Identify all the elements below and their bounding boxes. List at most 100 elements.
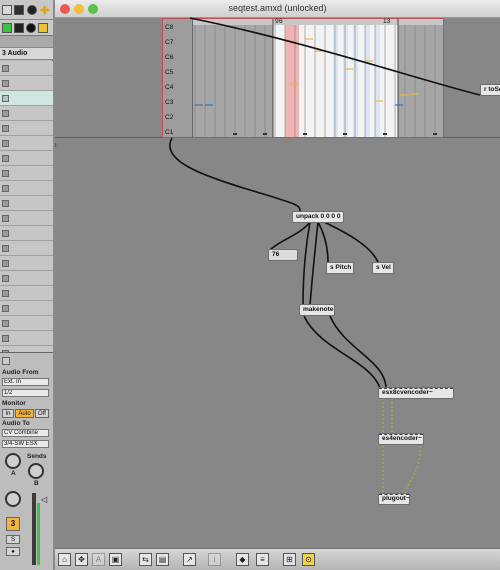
- clip-slot[interactable]: [0, 256, 53, 271]
- level-meter: [32, 493, 36, 565]
- clip-slot[interactable]: [0, 61, 53, 76]
- monitor-off-button[interactable]: Off: [35, 409, 49, 418]
- monitor-in-button[interactable]: In: [2, 409, 14, 418]
- clip-stop-icon[interactable]: [2, 245, 9, 252]
- note-label: C7: [165, 39, 174, 46]
- clip-slot[interactable]: [0, 226, 53, 241]
- clip-slot[interactable]: [0, 316, 53, 331]
- step-marker: [433, 133, 437, 135]
- io-toggle-icon[interactable]: [2, 357, 10, 365]
- clip-stop-icon[interactable]: [2, 305, 9, 312]
- transport-stop-button[interactable]: [14, 5, 24, 15]
- clip-slot[interactable]: [0, 241, 53, 256]
- align-icon[interactable]: ◆: [236, 553, 249, 566]
- note-axis: C8 C7 C6 C5 C4 C3 C2 C1: [163, 19, 193, 137]
- step-marker: [233, 133, 237, 135]
- io-section: Audio From Ext. In 1/2 Monitor In Auto O…: [0, 352, 53, 570]
- note-label: C6: [165, 54, 174, 61]
- clip-stop-icon[interactable]: [2, 125, 9, 132]
- clip-slot[interactable]: [0, 151, 53, 166]
- list-icon[interactable]: ≡: [256, 553, 269, 566]
- ruler-label-mid: 6: [279, 18, 283, 25]
- clip-stop-icon[interactable]: [2, 200, 9, 207]
- clip-stop-icon[interactable]: [2, 275, 9, 282]
- pan-knob[interactable]: [5, 491, 21, 507]
- clip-slot[interactable]: [0, 301, 53, 316]
- record-button[interactable]: [27, 5, 37, 15]
- zoom-icon[interactable]: ⊙: [302, 553, 315, 566]
- note-label: C2: [165, 114, 174, 121]
- send-b-knob[interactable]: [28, 463, 44, 479]
- presentation-icon[interactable]: ▣: [109, 553, 122, 566]
- clip-stop-icon[interactable]: [2, 215, 9, 222]
- number-box[interactable]: 76: [268, 249, 298, 261]
- track-name[interactable]: 3 Audio: [0, 48, 53, 60]
- note-label: C1: [165, 129, 174, 136]
- clip-stop-icon[interactable]: [2, 290, 9, 297]
- send-vel-object[interactable]: s Vel: [372, 262, 394, 274]
- record-dot-icon[interactable]: [26, 23, 36, 33]
- clip-slot[interactable]: [0, 76, 53, 91]
- clip-stop-icon[interactable]: [2, 65, 9, 72]
- clip-stop-icon[interactable]: [2, 320, 9, 327]
- sequencer-grid[interactable]: 9 6 13: [193, 18, 443, 137]
- audio-to-select[interactable]: CV Combine: [2, 429, 49, 437]
- text-icon[interactable]: A: [92, 553, 105, 566]
- add-icon[interactable]: ✚: [40, 4, 49, 17]
- clip-stop-icon[interactable]: [2, 335, 9, 342]
- patchcord-icon[interactable]: ⇆: [139, 553, 152, 566]
- sequencer-grid-svg: [193, 19, 443, 137]
- clip-slot[interactable]: [0, 286, 53, 301]
- receive-toseq-object[interactable]: r toSe: [480, 84, 500, 96]
- es4encoder-object[interactable]: es4encoder~: [378, 433, 424, 445]
- clip-slot[interactable]: [0, 166, 53, 181]
- sequencer-object[interactable]: C8 C7 C6 C5 C4 C3 C2 C1 9 6 13: [162, 18, 444, 138]
- transport-loop-button[interactable]: [2, 5, 12, 15]
- info-icon[interactable]: ↗: [183, 553, 196, 566]
- clip-stop-icon[interactable]: [2, 230, 9, 237]
- send-pitch-object[interactable]: s Pitch: [326, 262, 354, 274]
- clip-slot[interactable]: [0, 106, 53, 121]
- clip-slot[interactable]: [0, 331, 53, 346]
- audio-to-channel-select[interactable]: 3/4-SW ESX: [2, 440, 49, 448]
- makenote-object[interactable]: makenote: [299, 304, 335, 316]
- monitor-auto-button[interactable]: Auto: [15, 409, 34, 418]
- clip-stop-icon[interactable]: [2, 155, 9, 162]
- new-object-icon[interactable]: ▤: [156, 553, 169, 566]
- clip-slot[interactable]: [0, 211, 53, 226]
- audio-to-label: Audio To: [2, 420, 30, 427]
- clip-stop-icon[interactable]: [2, 140, 9, 147]
- stop-button[interactable]: [14, 23, 24, 33]
- clip-slot[interactable]: [0, 91, 53, 106]
- add-button[interactable]: [38, 23, 48, 33]
- hierarchy-icon[interactable]: ⊞: [283, 553, 296, 566]
- grid-icon[interactable]: ✥: [75, 553, 88, 566]
- unpack-object[interactable]: unpack 0 0 0 0: [292, 211, 344, 223]
- play-button[interactable]: [2, 23, 12, 33]
- arm-button[interactable]: ●: [6, 547, 20, 556]
- clip-stop-icon[interactable]: [2, 95, 9, 102]
- clip-slot[interactable]: [0, 196, 53, 211]
- clip-stop-icon[interactable]: [2, 260, 9, 267]
- esx8cvencoder-object[interactable]: esx8cvencoder~: [378, 387, 454, 399]
- clip-slot[interactable]: [0, 271, 53, 286]
- audio-from-select[interactable]: Ext. In: [2, 378, 49, 386]
- transport-bar: ✚: [0, 0, 53, 20]
- clip-stop-icon[interactable]: [2, 80, 9, 87]
- lock-icon[interactable]: ⌂: [58, 553, 71, 566]
- clip-slot[interactable]: [0, 181, 53, 196]
- inspector-icon[interactable]: i: [208, 553, 221, 566]
- input-channel-select[interactable]: 1/2: [2, 389, 49, 397]
- highlight-column: [375, 25, 380, 137]
- clip-stop-icon[interactable]: [2, 110, 9, 117]
- send-a-knob[interactable]: [5, 453, 21, 469]
- plugout-object[interactable]: plugout~: [378, 493, 410, 505]
- solo-button[interactable]: S: [6, 535, 20, 544]
- clip-slot[interactable]: [0, 121, 53, 136]
- volume-slider-icon[interactable]: ◁: [41, 495, 47, 504]
- track-activator-button[interactable]: 3: [6, 517, 20, 531]
- clip-stop-icon[interactable]: [2, 185, 9, 192]
- step-marker: [263, 133, 267, 135]
- clip-slot[interactable]: [0, 136, 53, 151]
- clip-stop-icon[interactable]: [2, 170, 9, 177]
